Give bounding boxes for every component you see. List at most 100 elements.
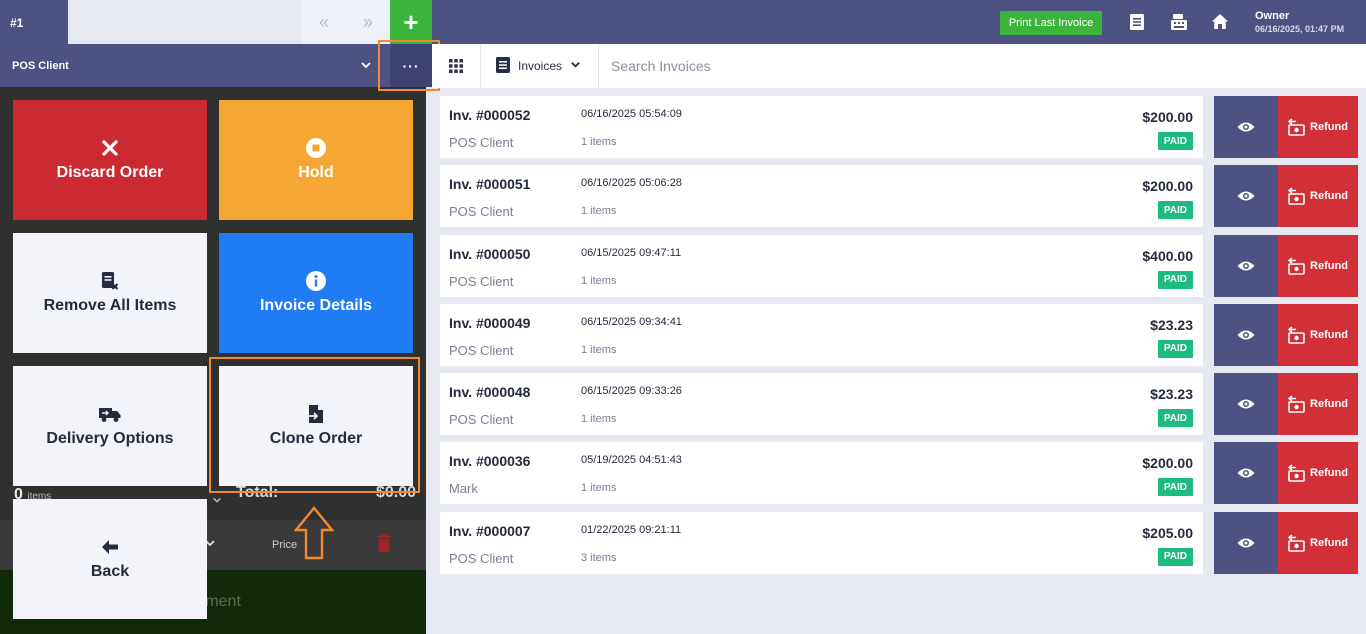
trash-icon[interactable] bbox=[376, 534, 392, 552]
user-name: Owner bbox=[1255, 10, 1290, 22]
refund-button[interactable]: Refund bbox=[1278, 442, 1358, 505]
invoice-row: Inv. #000048 06/15/2025 09:33:26 POS Cli… bbox=[440, 373, 1358, 436]
refund-button[interactable]: Refund bbox=[1278, 373, 1358, 436]
invoice-date: 01/22/2025 09:21:11 bbox=[581, 523, 682, 536]
remove-list-icon bbox=[100, 271, 120, 291]
refund-icon bbox=[1288, 187, 1305, 206]
invoice-client: POS Client bbox=[449, 273, 514, 289]
invoice-card[interactable]: Inv. #000052 06/16/2025 05:54:09 POS Cli… bbox=[440, 96, 1203, 158]
status-badge: PAID bbox=[1157, 339, 1193, 358]
invoice-card[interactable]: Inv. #000050 06/15/2025 09:47:11 POS Cli… bbox=[440, 234, 1203, 297]
search-invoices-input[interactable] bbox=[600, 44, 1300, 88]
refund-label: Refund bbox=[1310, 467, 1348, 480]
view-invoice-button[interactable] bbox=[1214, 96, 1278, 158]
invoice-amount: $200.00 bbox=[1142, 178, 1193, 195]
invoice-client: Mark bbox=[449, 481, 478, 497]
view-invoice-button[interactable] bbox=[1214, 511, 1278, 574]
stop-circle-icon bbox=[306, 138, 326, 158]
invoice-card[interactable]: Inv. #000036 05/19/2025 04:51:43 Mark 1 … bbox=[440, 442, 1203, 505]
refund-button[interactable]: Refund bbox=[1278, 165, 1358, 228]
invoice-items: 1 items bbox=[581, 482, 617, 495]
invoice-card[interactable]: Inv. #000049 06/15/2025 09:34:41 POS Cli… bbox=[440, 303, 1203, 366]
refund-label: Refund bbox=[1310, 190, 1348, 203]
invoice-client: POS Client bbox=[449, 412, 514, 428]
refund-label: Refund bbox=[1310, 121, 1348, 133]
refund-button[interactable]: Refund bbox=[1278, 96, 1358, 158]
invoice-amount: $23.23 bbox=[1150, 386, 1193, 403]
eye-icon bbox=[1237, 330, 1255, 340]
chevron-down-icon bbox=[212, 492, 222, 510]
refund-button[interactable]: Refund bbox=[1278, 511, 1358, 574]
invoices-dropdown[interactable]: Invoices bbox=[496, 44, 581, 88]
next-tab-button[interactable]: » bbox=[346, 0, 390, 44]
invoice-date: 06/16/2025 05:06:28 bbox=[581, 177, 682, 190]
view-invoice-button[interactable] bbox=[1214, 303, 1278, 366]
invoice-details-label: Invoice Details bbox=[259, 297, 373, 314]
invoice-amount: $400.00 bbox=[1142, 247, 1193, 264]
status-badge: PAID bbox=[1157, 409, 1193, 428]
hold-button[interactable]: Hold bbox=[219, 100, 413, 220]
status-badge: PAID bbox=[1157, 201, 1193, 220]
hold-label: Hold bbox=[298, 164, 334, 181]
invoice-number: Inv. #000051 bbox=[449, 176, 531, 193]
refund-icon bbox=[1288, 326, 1305, 344]
delivery-options-button[interactable]: Delivery Options bbox=[13, 366, 207, 486]
close-icon bbox=[101, 138, 119, 158]
eye-icon bbox=[1237, 261, 1255, 271]
eye-icon bbox=[1237, 399, 1255, 409]
home-icon[interactable] bbox=[1210, 12, 1230, 32]
highlight-frame-clone bbox=[209, 357, 420, 493]
orders-list-icon[interactable] bbox=[1127, 12, 1147, 32]
back-button[interactable]: Back bbox=[13, 499, 207, 619]
order-tab-strip bbox=[68, 0, 302, 44]
chevron-down-icon bbox=[360, 58, 372, 76]
eye-icon bbox=[1237, 468, 1255, 478]
invoice-number: Inv. #000036 bbox=[449, 453, 531, 470]
add-order-button[interactable]: + bbox=[390, 0, 432, 44]
cash-register-icon[interactable] bbox=[1169, 12, 1189, 32]
invoice-row: Inv. #000051 06/16/2025 05:06:28 POS Cli… bbox=[440, 165, 1358, 228]
discard-order-button[interactable]: Discard Order bbox=[13, 100, 207, 220]
refund-icon bbox=[1288, 395, 1305, 413]
invoice-row: Inv. #000049 06/15/2025 09:34:41 POS Cli… bbox=[440, 303, 1358, 366]
invoice-card[interactable]: Inv. #000007 01/22/2025 09:21:11 POS Cli… bbox=[440, 511, 1203, 574]
refund-label: Refund bbox=[1310, 398, 1348, 411]
status-badge: PAID bbox=[1157, 478, 1193, 497]
invoice-date: 06/15/2025 09:34:41 bbox=[581, 315, 682, 328]
arrow-left-icon bbox=[101, 537, 119, 557]
view-invoice-button[interactable] bbox=[1214, 442, 1278, 505]
view-invoice-button[interactable] bbox=[1214, 234, 1278, 297]
user-info[interactable]: Owner 06/16/2025, 01:47 PM bbox=[1255, 10, 1344, 34]
invoice-card[interactable]: Inv. #000051 06/16/2025 05:06:28 POS Cli… bbox=[440, 165, 1203, 228]
invoice-details-button[interactable]: Invoice Details bbox=[219, 233, 413, 353]
refund-button[interactable]: Refund bbox=[1278, 234, 1358, 297]
invoice-card[interactable]: Inv. #000048 06/15/2025 09:33:26 POS Cli… bbox=[440, 373, 1203, 436]
invoice-client: POS Client bbox=[449, 342, 514, 358]
view-invoice-button[interactable] bbox=[1214, 373, 1278, 436]
order-tab[interactable]: #1 bbox=[0, 0, 68, 44]
client-selector[interactable]: POS Client bbox=[0, 44, 390, 87]
refund-icon bbox=[1288, 257, 1305, 275]
client-name: POS Client bbox=[12, 60, 69, 72]
invoice-date: 06/16/2025 05:54:09 bbox=[581, 108, 682, 120]
back-label: Back bbox=[90, 563, 130, 580]
view-invoice-button[interactable] bbox=[1214, 165, 1278, 228]
invoice-items: 1 items bbox=[581, 413, 617, 426]
invoice-amount: $205.00 bbox=[1142, 524, 1193, 541]
invoice-number: Inv. #000052 bbox=[449, 107, 531, 123]
invoice-items: 3 items bbox=[581, 551, 617, 564]
invoice-row: Inv. #000050 06/15/2025 09:47:11 POS Cli… bbox=[440, 234, 1358, 297]
refund-label: Refund bbox=[1310, 536, 1348, 549]
invoice-amount: $200.00 bbox=[1142, 455, 1193, 472]
invoice-amount: $200.00 bbox=[1142, 109, 1193, 125]
delivery-options-label: Delivery Options bbox=[46, 430, 174, 447]
remove-all-items-button[interactable]: Remove All Items bbox=[13, 233, 207, 353]
print-last-invoice-button[interactable]: Print Last Invoice bbox=[1000, 11, 1102, 35]
status-badge: PAID bbox=[1157, 270, 1193, 289]
remove-all-items-label: Remove All Items bbox=[43, 297, 177, 314]
grid-view-button[interactable] bbox=[432, 44, 480, 88]
invoice-row: Inv. #000036 05/19/2025 04:51:43 Mark 1 … bbox=[440, 442, 1358, 505]
refund-button[interactable]: Refund bbox=[1278, 303, 1358, 366]
toolbar-divider bbox=[480, 44, 481, 88]
prev-tab-button[interactable]: « bbox=[302, 0, 346, 44]
